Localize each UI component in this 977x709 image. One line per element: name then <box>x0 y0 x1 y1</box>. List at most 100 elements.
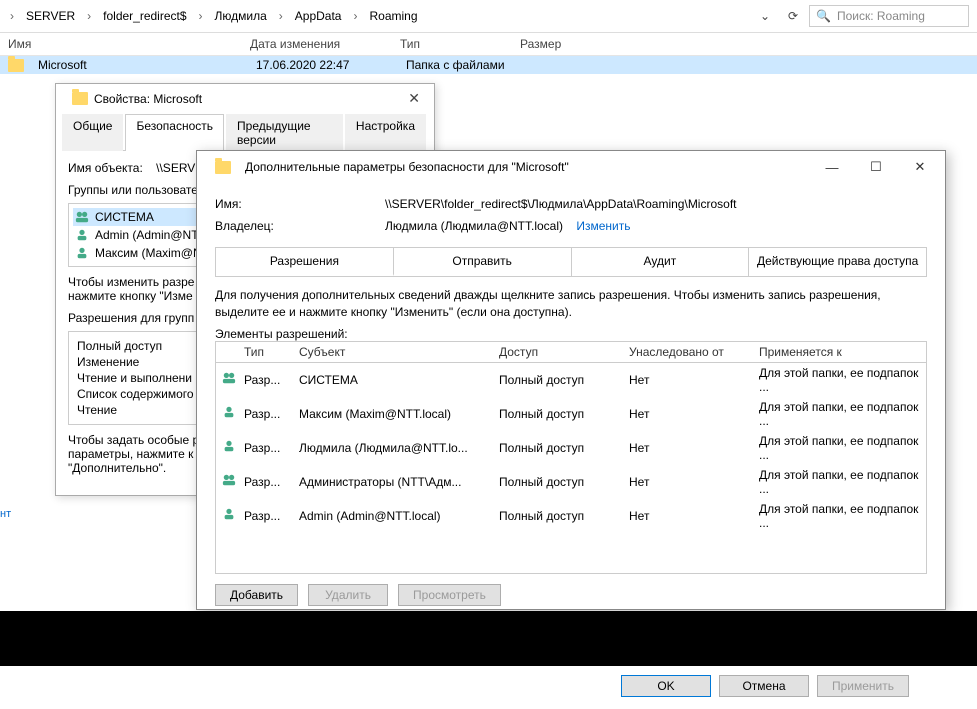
folder-icon <box>72 92 88 105</box>
file-row[interactable]: Microsoft 17.06.2020 22:47 Папка с файла… <box>0 56 977 74</box>
col-access[interactable]: Доступ <box>499 345 629 359</box>
breadcrumb-item[interactable]: AppData <box>289 7 348 25</box>
cell-subject: Людмила (Людмила@NTT.lo... <box>299 441 499 455</box>
user-icon <box>222 507 236 521</box>
col-type[interactable]: Тип <box>400 37 520 51</box>
cell-applies: Для этой папки, ее подпапок ... <box>759 468 920 496</box>
table-row[interactable]: Разр...Администраторы (NTT\Адм...Полный … <box>216 465 926 499</box>
col-subject[interactable]: Субъект <box>299 345 499 359</box>
breadcrumb-item[interactable]: Roaming <box>363 7 423 25</box>
cell-subject: Максим (Maxim@NTT.local) <box>299 407 499 421</box>
principal-name: Admin (Admin@NTT <box>95 228 206 242</box>
minimize-button[interactable]: — <box>817 160 847 175</box>
cell-applies: Для этой папки, ее подпапок ... <box>759 502 920 530</box>
col-date[interactable]: Дата изменения <box>250 37 400 51</box>
chevron-right-icon: › <box>197 9 205 23</box>
group-icon <box>222 371 236 385</box>
dialog-titlebar[interactable]: Свойства: Microsoft ✕ <box>56 84 434 113</box>
table-row[interactable]: Разр...Людмила (Людмила@NTT.lo...Полный … <box>216 431 926 465</box>
tab-permissions[interactable]: Разрешения <box>216 248 394 276</box>
elements-label: Элементы разрешений: <box>215 327 927 341</box>
cell-access: Полный доступ <box>499 509 629 523</box>
remove-button[interactable]: Удалить <box>308 584 388 606</box>
breadcrumb-item[interactable]: folder_redirect$ <box>97 7 192 25</box>
add-button[interactable]: Добавить <box>215 584 298 606</box>
col-size[interactable]: Размер <box>520 37 620 51</box>
maximize-button[interactable]: ☐ <box>861 159 891 175</box>
breadcrumb-item[interactable]: Людмила <box>209 7 273 25</box>
tab-strip: Разрешения Отправить Аудит Действующие п… <box>215 247 927 277</box>
close-icon[interactable]: ✕ <box>402 90 426 107</box>
tab-share[interactable]: Отправить <box>394 248 572 276</box>
col-applies[interactable]: Применяется к <box>759 345 920 359</box>
cell-inherited: Нет <box>629 373 759 387</box>
help-text: Для получения дополнительных сведений дв… <box>215 287 927 321</box>
group-icon <box>222 473 236 487</box>
col-name[interactable]: Имя <box>0 37 250 51</box>
breadcrumb-item[interactable]: SERVER <box>20 7 81 25</box>
cell-applies: Для этой папки, ее подпапок ... <box>759 400 920 428</box>
tab-security[interactable]: Безопасность <box>125 114 224 151</box>
user-icon <box>222 405 236 419</box>
tab-customize[interactable]: Настройка <box>345 114 426 151</box>
cell-access: Полный доступ <box>499 475 629 489</box>
refresh-button[interactable]: ⟳ <box>781 4 805 28</box>
tab-strip: Общие Безопасность Предыдущие версии Нас… <box>62 113 428 151</box>
tab-previous-versions[interactable]: Предыдущие версии <box>226 114 343 151</box>
principal-name: Максим (Maxim@N <box>95 246 202 260</box>
address-bar: › SERVER › folder_redirect$ › Людмила › … <box>0 0 977 33</box>
cell-inherited: Нет <box>629 475 759 489</box>
apply-button[interactable]: Применить <box>817 675 909 697</box>
cell-inherited: Нет <box>629 407 759 421</box>
chevron-right-icon: › <box>85 9 93 23</box>
table-row[interactable]: Разр...Максим (Maxim@NTT.local)Полный до… <box>216 397 926 431</box>
cell-access: Полный доступ <box>499 407 629 421</box>
chevron-right-icon: › <box>277 9 285 23</box>
file-name: Microsoft <box>30 58 256 72</box>
user-icon <box>75 228 89 242</box>
owner-label: Владелец: <box>215 219 385 233</box>
table-row[interactable]: Разр...Admin (Admin@NTT.local)Полный дос… <box>216 499 926 533</box>
dialog-title: Дополнительные параметры безопасности дл… <box>245 160 569 174</box>
folder-icon <box>8 59 24 72</box>
tab-effective-access[interactable]: Действующие права доступа <box>749 248 926 276</box>
dialog-title: Свойства: Microsoft <box>94 92 202 106</box>
link-fragment[interactable]: нт <box>0 508 11 520</box>
cancel-button[interactable]: Отмена <box>719 675 809 697</box>
col-type[interactable]: Тип <box>244 345 299 359</box>
view-button[interactable]: Просмотреть <box>398 584 501 606</box>
tab-audit[interactable]: Аудит <box>572 248 750 276</box>
group-icon <box>75 210 89 224</box>
advanced-security-dialog: Дополнительные параметры безопасности дл… <box>196 150 946 610</box>
cell-inherited: Нет <box>629 509 759 523</box>
col-inherited[interactable]: Унаследовано от <box>629 345 759 359</box>
close-button[interactable]: ✕ <box>905 159 935 175</box>
taskbar <box>0 611 977 666</box>
chevron-right-icon: › <box>8 9 16 23</box>
dropdown-button[interactable]: ⌄ <box>753 4 777 28</box>
ok-button[interactable]: OK <box>621 675 711 697</box>
tab-general[interactable]: Общие <box>62 114 123 151</box>
cell-type: Разр... <box>244 475 299 489</box>
search-input[interactable]: 🔍 Поиск: Roaming <box>809 5 969 27</box>
table-header: Тип Субъект Доступ Унаследовано от Приме… <box>216 342 926 363</box>
cell-subject: Admin (Admin@NTT.local) <box>299 509 499 523</box>
search-icon: 🔍 <box>816 9 831 23</box>
search-placeholder: Поиск: Roaming <box>837 9 925 23</box>
change-owner-link[interactable]: Изменить <box>576 219 630 233</box>
dialog-titlebar[interactable]: Дополнительные параметры безопасности дл… <box>197 151 945 183</box>
cell-applies: Для этой папки, ее подпапок ... <box>759 366 920 394</box>
cell-subject: СИСТЕМА <box>299 373 499 387</box>
cell-access: Полный доступ <box>499 373 629 387</box>
name-label: Имя: <box>215 197 385 211</box>
permissions-table[interactable]: Тип Субъект Доступ Унаследовано от Приме… <box>215 341 927 574</box>
folder-icon <box>215 161 231 174</box>
cell-type: Разр... <box>244 441 299 455</box>
user-icon <box>222 439 236 453</box>
file-date: 17.06.2020 22:47 <box>256 58 406 72</box>
cell-inherited: Нет <box>629 441 759 455</box>
cell-type: Разр... <box>244 373 299 387</box>
cell-type: Разр... <box>244 509 299 523</box>
table-row[interactable]: Разр...СИСТЕМАПолный доступНетДля этой п… <box>216 363 926 397</box>
cell-access: Полный доступ <box>499 441 629 455</box>
